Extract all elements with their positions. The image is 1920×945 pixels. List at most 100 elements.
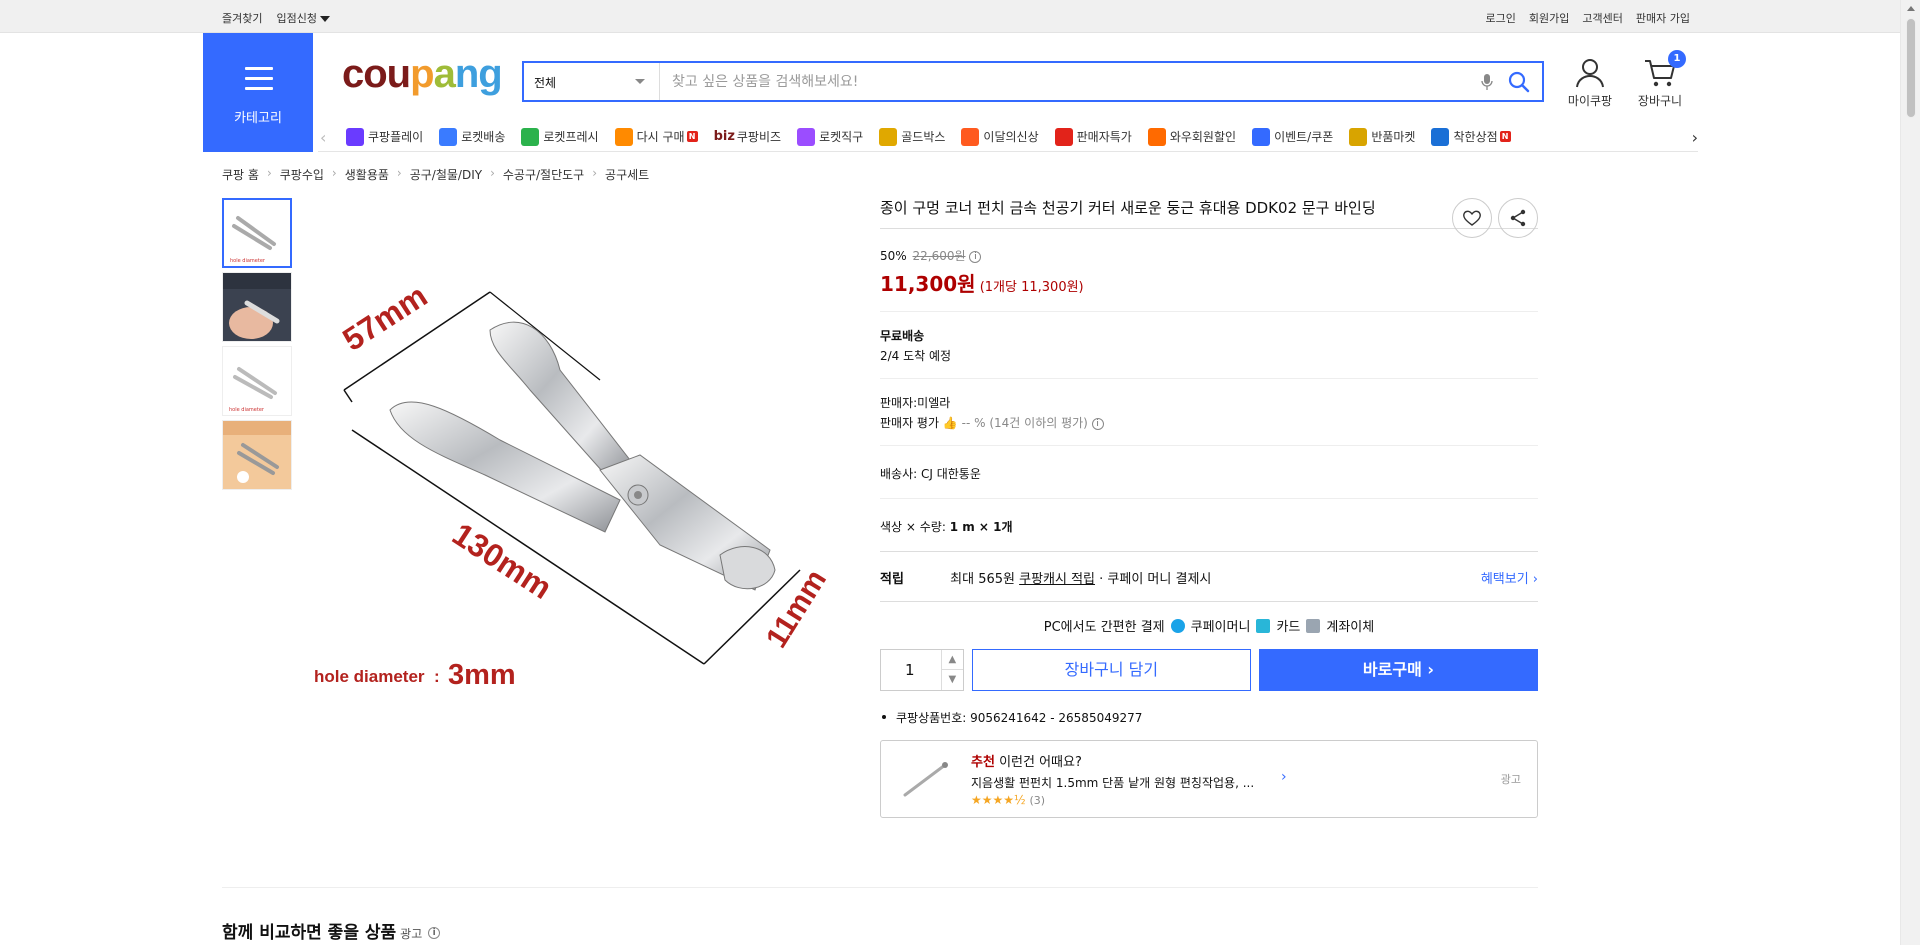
breadcrumb-item[interactable]: 공구/철물/DIY [410, 166, 482, 183]
benefits-link[interactable]: 혜택보기 › [1481, 568, 1538, 587]
wishlist-button[interactable] [1452, 198, 1492, 238]
breadcrumb-separator-icon: › [490, 166, 495, 180]
quick-nav-item[interactable]: 로켓프레시 [521, 127, 599, 146]
signup-link[interactable]: 회원가입 [1529, 10, 1569, 26]
quantity-value[interactable]: 1 [905, 661, 915, 679]
info-icon[interactable]: i [969, 250, 982, 263]
chevron-right-icon: › [1532, 572, 1538, 587]
seller-rating-label: 판매자 평가 [880, 416, 940, 430]
seller-apply-label: 입점신청 [276, 12, 317, 25]
microphone-icon[interactable] [1480, 73, 1494, 91]
biz-logo: biz [713, 129, 735, 144]
quick-nav-item[interactable]: 판매자특가 [1054, 127, 1132, 146]
option-value: 1 m × 1개 [949, 520, 1013, 534]
category-label: 카테고리 [234, 111, 282, 126]
quick-nav-icon [1431, 127, 1450, 146]
coupay-icon [1170, 618, 1185, 633]
carrier-name: 배송사: CJ 대한통운 [880, 467, 981, 481]
product-info-panel: 종이 구멍 코너 펀치 금속 천공기 커터 새로운 둥근 휴대용 DDK02 문… [880, 198, 1538, 818]
new-badge: N [1499, 131, 1511, 142]
quick-nav-item[interactable]: 반품마켓 [1349, 127, 1415, 146]
caret-down-icon [319, 16, 330, 22]
login-link[interactable]: 로그인 [1486, 10, 1516, 26]
thumbnail-4[interactable] [222, 420, 292, 490]
price-block: 50% 22,600원 i 11,300원 (1개당 11,300원) [880, 229, 1538, 311]
main-product-image[interactable]: 57mm 130mm 11mm hole diameter : 3mm [300, 270, 860, 710]
quick-nav-item[interactable]: 와우회원할인 [1147, 127, 1236, 146]
product-title: 종이 구멍 코너 펀치 금속 천공기 커터 새로운 둥근 휴대용 DDK02 문… [880, 199, 1376, 217]
quick-nav-icon [879, 127, 898, 146]
info-icon[interactable]: i [428, 927, 441, 939]
breadcrumb-separator-icon: › [592, 166, 598, 180]
thumbnail-2[interactable] [222, 272, 292, 342]
dimension-label-57: 57mm [336, 277, 433, 358]
hole-diameter-label: hole diameter [314, 667, 425, 686]
cart-button[interactable]: 1 장바구니 [1630, 50, 1690, 109]
breadcrumb: 쿠팡 홈 › 쿠팡수입 › 생활용품 › 공구/철물/DIY › 수공구/절단도구 › 공구세트 [222, 166, 649, 183]
seller-section: 판매자:미엘라 판매자 평가 👍 -- % (14건 이하의 평가) i [880, 378, 1538, 445]
quick-nav-item[interactable]: 로켓직구 [797, 127, 863, 146]
quantity-up-icon[interactable]: ▲ [941, 650, 963, 670]
share-button[interactable] [1498, 198, 1538, 238]
vertical-scrollbar[interactable] [1900, 0, 1920, 945]
chevron-right-icon[interactable]: › [1281, 769, 1287, 785]
compare-title: 함께 비교하면 좋을 상품 [222, 923, 397, 943]
seller-apply-link[interactable]: 입점신청 [276, 10, 330, 26]
quick-nav-label: 쿠팡비즈 [736, 130, 782, 144]
coupang-cash-link[interactable]: 쿠팡캐시 적립 [1019, 572, 1095, 587]
benefits-label: 혜택보기 [1480, 572, 1529, 587]
recommend-headline: 이런건 어때요? [999, 755, 1082, 770]
share-icon [1510, 209, 1526, 227]
customer-center-link[interactable]: 고객센터 [1582, 10, 1622, 26]
seller-rating-value: -- % [961, 416, 986, 430]
quick-nav-item[interactable]: 골드박스 [879, 127, 945, 146]
logo-part: cou [342, 52, 411, 96]
coupang-logo[interactable]: coupang [342, 52, 503, 96]
quick-nav-item[interactable]: 이달의신상 [961, 127, 1039, 146]
recommendation-card[interactable]: 추천 이런건 어때요? 지음생활 펀펀치 1.5mm 단품 낱개 원형 편칭작업… [880, 740, 1538, 818]
search-input[interactable] [660, 63, 1460, 100]
quick-nav-item[interactable]: 로켓배송 [439, 127, 505, 146]
breadcrumb-item[interactable]: 생활용품 [345, 166, 389, 183]
chevron-left-icon[interactable]: ‹ [320, 128, 326, 147]
purchase-row: 1 ▲ ▼ 장바구니 담기 바로구매 › [880, 649, 1538, 691]
mypage-button[interactable]: 마이쿠팡 [1560, 58, 1620, 109]
quick-nav-icon [797, 127, 816, 146]
quick-nav-label: 쿠팡플레이 [368, 130, 424, 144]
quantity-stepper[interactable]: 1 ▲ ▼ [880, 649, 964, 691]
search-scope-select[interactable]: 전체 [524, 63, 660, 100]
option-label: 색상 × 수량: [880, 520, 946, 534]
sale-price: 11,300원 [880, 272, 976, 296]
quantity-down-icon[interactable]: ▼ [942, 670, 963, 690]
add-to-cart-button[interactable]: 장바구니 담기 [971, 649, 1251, 691]
scrollbar-thumb[interactable] [1906, 18, 1916, 118]
seller-signup-link[interactable]: 판매자 가입 [1636, 10, 1690, 26]
scroll-up-icon[interactable] [1907, 6, 1915, 11]
product-id: 쿠팡상품번호: 9056241642 - 26585049277 [880, 709, 1538, 726]
option-section: 색상 × 수량: 1 m × 1개 [880, 498, 1538, 551]
quick-nav-item[interactable]: 착한상점 N [1431, 127, 1511, 146]
breadcrumb-item[interactable]: 수공구/절단도구 [503, 166, 584, 183]
breadcrumb-item[interactable]: 공구세트 [605, 166, 649, 183]
breadcrumb-item[interactable]: 쿠팡 홈 [222, 166, 259, 183]
search-icon[interactable] [1508, 71, 1530, 93]
bookmark-link[interactable]: 즐겨찾기 [222, 10, 262, 26]
chevron-down-icon [635, 79, 645, 84]
buy-now-button[interactable]: 바로구매 › [1258, 649, 1538, 691]
breadcrumb-separator-icon: › [266, 166, 272, 180]
quick-nav-item[interactable]: 다시 구매 N [614, 127, 698, 146]
quick-nav-item[interactable]: 쿠팡플레이 [346, 127, 424, 146]
quick-nav-item[interactable]: 이벤트/쿠폰 [1252, 127, 1334, 146]
quick-nav-icon [961, 127, 980, 146]
category-menu-button[interactable]: 카테고리 [203, 33, 313, 152]
info-icon[interactable]: i [1091, 417, 1104, 430]
quick-nav-item[interactable]: biz 쿠팡비즈 [714, 128, 782, 145]
quick-nav-icon [614, 127, 633, 146]
thumbnail-1[interactable]: hole diameter [222, 198, 292, 268]
cart-label: 장바구니 [1637, 94, 1683, 108]
chevron-right-icon[interactable]: › [1692, 128, 1698, 147]
thumbnail-3[interactable]: hole diameter [222, 346, 292, 416]
quick-nav-label: 이벤트/쿠폰 [1274, 130, 1334, 144]
buy-now-label: 바로구매 [1362, 660, 1422, 679]
breadcrumb-item[interactable]: 쿠팡수입 [280, 166, 324, 183]
